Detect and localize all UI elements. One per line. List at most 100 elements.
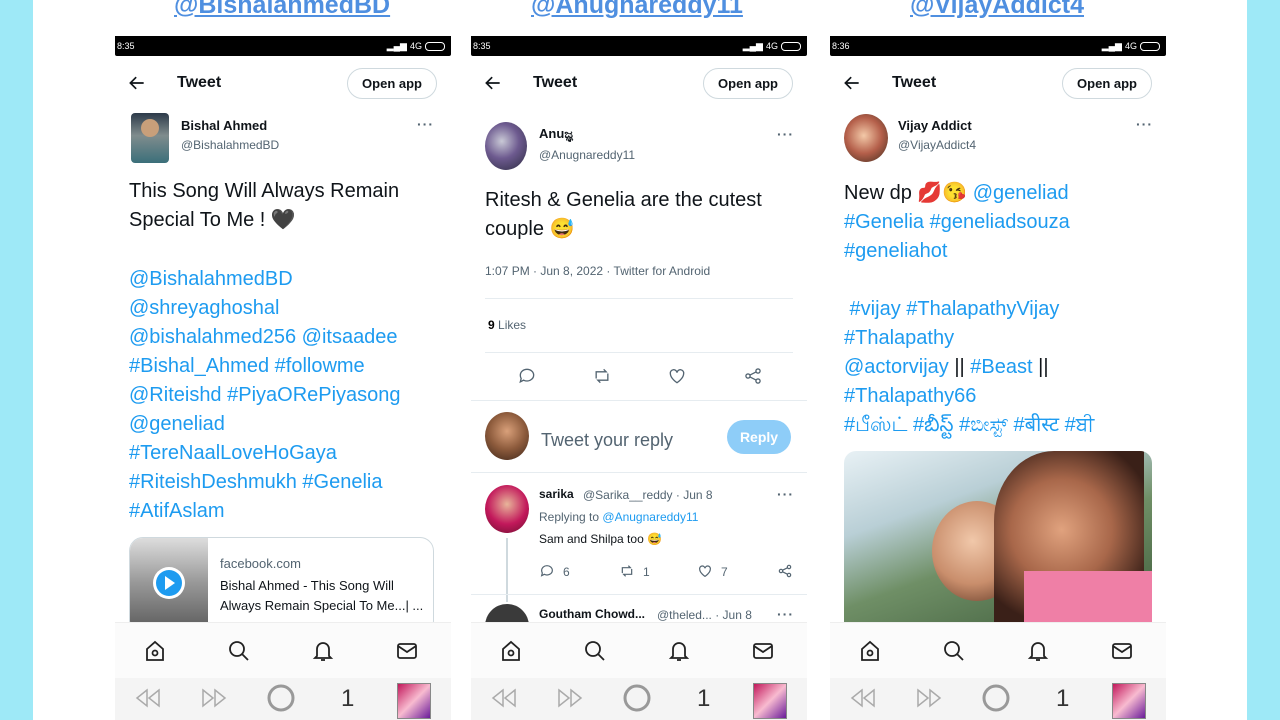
reply-icon[interactable] [517,366,537,386]
reply-author-handle[interactable]: @theled... · Jun 8 [657,608,752,622]
status-icons: ▂▄▆ 4G [387,41,445,52]
battery-icon [781,41,801,51]
user-avatar[interactable] [1112,683,1146,719]
search-icon[interactable] [583,639,607,663]
share-icon[interactable] [777,563,793,579]
author-avatar[interactable] [844,114,888,162]
search-icon[interactable] [942,639,966,663]
retweet-count: 1 [643,565,650,579]
reply-icon[interactable] [539,563,555,579]
tweet-header: Tweet Open app [471,64,807,104]
more-options-icon[interactable]: ··· [777,486,794,502]
tweet-header: Tweet Open app [115,64,451,104]
reply-author-handle[interactable]: @Sarika__reddy · Jun 8 [583,488,713,502]
likes-stat[interactable]: 9 Likes [488,318,526,332]
author-name[interactable]: Bishal Ahmed [181,118,267,133]
notifications-icon[interactable] [311,639,335,663]
share-icon[interactable] [743,366,763,386]
phone-screen-2: 8:35 ▂▄▆ 4G Tweet Open app Anuಜ್ಞ @Anugn… [471,36,807,720]
notifications-icon[interactable] [1026,639,1050,663]
status-time: 8:36 [832,41,850,51]
fast-forward-icon[interactable] [201,688,227,708]
card-title: Bishal Ahmed - This Song Will Always Rem… [220,578,424,613]
reply-button[interactable]: Reply [727,420,791,454]
tweet-hashtags[interactable]: #vijay #ThalapathyVijay #Thalapathy [844,295,1160,353]
reply-author-name[interactable]: Goutham Chowd... [539,607,645,621]
messages-icon[interactable] [395,639,419,663]
hashtag-link[interactable]: #Beast [970,356,1032,378]
messages-icon[interactable] [1110,639,1134,663]
replying-to-handle[interactable]: @Anugnareddy11 [602,510,698,524]
rewind-icon[interactable] [850,688,876,708]
user-avatar[interactable] [753,683,787,719]
tweet-hashtags[interactable]: #Thalapathy66 #பீஸ்ட் #బీస్ట్ #ಬೀಸ್ಟ್ #ब… [844,382,1160,440]
page-title: Tweet [533,74,578,91]
author-name[interactable]: Vijay Addict [898,118,972,133]
reply-avatar[interactable] [485,485,529,533]
fast-forward-icon[interactable] [916,688,942,708]
play-icon[interactable] [152,566,186,600]
mention-link[interactable]: @geneliad [973,182,1069,204]
author-name[interactable]: Anuಜ್ಞ [539,126,573,142]
author-handle[interactable]: @BishalahmedBD [181,138,279,152]
page-number: 1 [1056,685,1070,712]
card-domain: facebook.com [220,556,301,571]
mention-link[interactable]: @actorvijay [844,356,949,378]
loading-circle-icon [623,684,651,712]
back-arrow-icon[interactable] [842,73,862,93]
network-label: 4G [409,41,422,51]
status-bar: 8:35 ▂▄▆ 4G [471,36,807,56]
tweet-text: New dp 💋😘 @geneliad [844,179,1160,208]
more-options-icon[interactable]: ··· [1136,116,1153,132]
messages-icon[interactable] [751,639,775,663]
back-arrow-icon[interactable] [127,73,147,93]
home-icon[interactable] [143,639,167,663]
page-number: 1 [697,685,711,712]
like-icon[interactable] [697,563,713,579]
home-icon[interactable] [499,639,523,663]
notifications-icon[interactable] [667,639,691,663]
like-icon[interactable] [667,366,687,386]
retweet-icon[interactable] [592,366,612,386]
divider [471,400,807,401]
open-app-button[interactable]: Open app [703,68,793,99]
handle-heading-1[interactable]: @BishalahmedBD [174,0,390,20]
author-avatar[interactable] [131,113,169,163]
tweet-text: Ritesh & Genelia are the cutest couple 😅 [485,189,762,240]
system-bar: 1 [830,678,1166,720]
rewind-icon[interactable] [135,688,161,708]
tweet-mentions: @actorvijay || #Beast || [844,353,1160,382]
tweet-hashtags[interactable]: #Genelia #geneliadsouza #geneliahot [844,208,1160,266]
reply-author-name[interactable]: sarika [539,487,574,501]
handle-heading-3[interactable]: @VijayAddict4 [910,0,1084,20]
status-icons: ▂▄▆ 4G [1102,41,1160,52]
search-icon[interactable] [227,639,251,663]
tweet-text: This Song Will Always Remain Special To … [129,180,400,231]
open-app-button[interactable]: Open app [347,68,437,99]
separator: || [948,356,971,378]
tweet-image[interactable] [844,451,1152,626]
author-handle[interactable]: @Anugnareddy11 [539,148,635,162]
home-icon[interactable] [858,639,882,663]
back-arrow-icon[interactable] [483,73,503,93]
tweet-hashtags[interactable]: @BishalahmedBD @shreyaghoshal @bishalahm… [129,265,439,526]
handle-heading-2[interactable]: @Anughareddy11 [531,0,743,20]
user-avatar[interactable] [397,683,431,719]
divider [471,594,807,595]
rewind-icon[interactable] [491,688,517,708]
page-title: Tweet [892,74,937,91]
more-options-icon[interactable]: ··· [417,116,434,132]
system-bar: 1 [115,678,451,720]
open-app-button[interactable]: Open app [1062,68,1152,99]
more-options-icon[interactable]: ··· [777,606,794,622]
link-card[interactable]: facebook.com Bishal Ahmed - This Song Wi… [129,537,434,635]
author-avatar[interactable] [485,122,527,170]
divider [485,352,793,353]
more-options-icon[interactable]: ··· [777,126,794,142]
retweet-icon[interactable] [619,563,635,579]
page-title: Tweet [177,74,222,91]
author-handle[interactable]: @VijayAddict4 [898,138,976,152]
tweet-header: Tweet Open app [830,64,1166,104]
reply-input[interactable]: Tweet your reply [541,430,673,451]
fast-forward-icon[interactable] [557,688,583,708]
